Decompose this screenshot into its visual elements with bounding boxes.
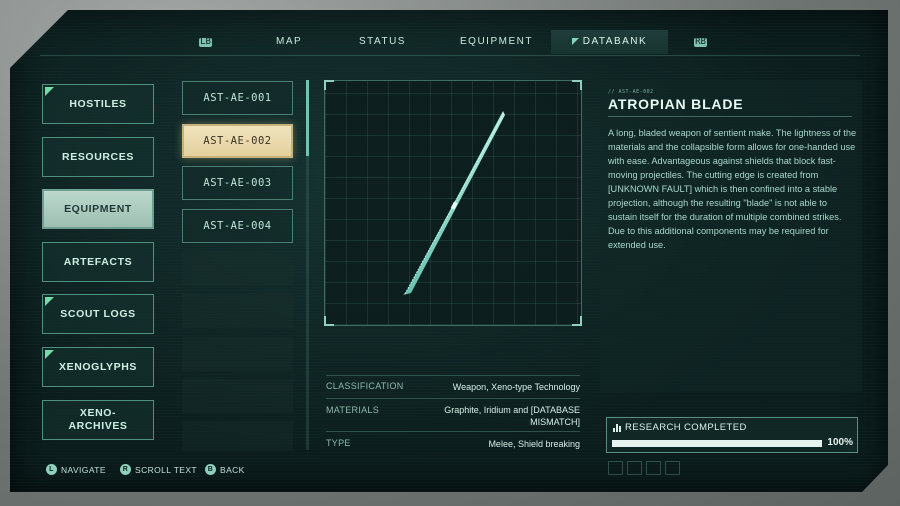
empty-entry-slot bbox=[182, 252, 293, 286]
stat-row-materials: MATERIALS Graphite, Iridium and [DATABAS… bbox=[326, 398, 580, 432]
category-label: HOSTILES bbox=[69, 97, 127, 110]
empty-entry-slot bbox=[182, 294, 293, 328]
category-scout-logs[interactable]: SCOUT LOGS bbox=[42, 294, 154, 334]
top-navigation: LB MAP STATUS EQUIPMENT DATABANK RB bbox=[178, 30, 728, 54]
entry-ast-ae-002[interactable]: AST-AE-002 bbox=[182, 124, 293, 158]
new-indicator-icon bbox=[45, 297, 54, 306]
empty-entry-slot bbox=[182, 421, 293, 451]
category-label: XENO- ARCHIVES bbox=[68, 407, 128, 432]
stat-row-classification: CLASSIFICATION Weapon, Xeno-type Technol… bbox=[326, 375, 580, 398]
scrollbar-thumb[interactable] bbox=[306, 80, 309, 156]
prompt-label: BACK bbox=[220, 464, 245, 475]
stat-label: TYPE bbox=[326, 438, 351, 448]
component-slot bbox=[627, 461, 642, 475]
category-label: SCOUT LOGS bbox=[60, 307, 136, 320]
new-indicator-icon bbox=[45, 350, 54, 359]
research-progress-bar bbox=[612, 440, 822, 447]
stat-value: Weapon, Xeno-type Technology bbox=[452, 382, 580, 392]
stat-value: Melee, Shield breaking bbox=[488, 439, 580, 449]
rb-button-icon[interactable]: RB bbox=[694, 38, 707, 47]
tab-equipment[interactable]: EQUIPMENT bbox=[460, 30, 533, 54]
flag-icon bbox=[571, 37, 579, 45]
component-slot bbox=[646, 461, 661, 475]
category-xeno-archives[interactable]: XENO- ARCHIVES bbox=[42, 400, 154, 440]
prompt-back[interactable]: B BACK bbox=[205, 464, 245, 475]
stat-label: CLASSIFICATION bbox=[326, 381, 404, 391]
component-slots bbox=[608, 461, 680, 475]
empty-entry-slot bbox=[182, 337, 293, 371]
category-label: RESOURCES bbox=[62, 150, 134, 163]
stat-label: MATERIALS bbox=[326, 405, 380, 415]
category-hostiles[interactable]: HOSTILES bbox=[42, 84, 154, 124]
left-stick-icon: L bbox=[46, 464, 57, 475]
entry-ast-ae-001[interactable]: AST-AE-001 bbox=[182, 81, 293, 115]
category-artefacts[interactable]: ARTEFACTS bbox=[42, 242, 154, 282]
stat-value: Graphite, Iridium and [DATABASE MISMATCH… bbox=[444, 405, 580, 427]
entry-ast-ae-004[interactable]: AST-AE-004 bbox=[182, 209, 293, 243]
entry-title: ATROPIAN BLADE bbox=[608, 96, 744, 112]
category-resources[interactable]: RESOURCES bbox=[42, 137, 154, 177]
research-percent: 100% bbox=[827, 437, 853, 448]
prompt-navigate[interactable]: L NAVIGATE bbox=[46, 464, 106, 475]
tab-map[interactable]: MAP bbox=[276, 30, 302, 54]
bar-chart-icon bbox=[613, 424, 621, 432]
lb-button-icon[interactable]: LB bbox=[199, 38, 212, 47]
category-label: ARTEFACTS bbox=[63, 255, 133, 268]
prompt-scroll-text[interactable]: R SCROLL TEXT bbox=[120, 464, 197, 475]
prompt-label: NAVIGATE bbox=[61, 464, 106, 475]
entry-code-tag: // AST-AE-002 bbox=[608, 89, 654, 95]
tab-status[interactable]: STATUS bbox=[359, 30, 406, 54]
category-label: XENOGLYPHS bbox=[59, 360, 137, 373]
tab-databank[interactable]: DATABANK bbox=[551, 30, 668, 54]
research-label: RESEARCH COMPLETED bbox=[625, 422, 747, 433]
component-slot bbox=[665, 461, 680, 475]
entry-ast-ae-003[interactable]: AST-AE-003 bbox=[182, 166, 293, 200]
empty-entry-slot bbox=[182, 379, 293, 413]
entry-description[interactable]: A long, bladed weapon of sentient make. … bbox=[608, 126, 858, 252]
title-divider bbox=[608, 116, 852, 117]
right-stick-icon: R bbox=[120, 464, 131, 475]
category-xenoglyphs[interactable]: XENOGLYPHS bbox=[42, 347, 154, 387]
b-button-icon: B bbox=[205, 464, 216, 475]
component-slot bbox=[608, 461, 623, 475]
blade-hologram bbox=[403, 111, 505, 295]
research-status: RESEARCH COMPLETED 100% bbox=[606, 417, 858, 453]
category-equipment[interactable]: EQUIPMENT bbox=[42, 189, 154, 229]
prompt-label: SCROLL TEXT bbox=[135, 464, 198, 475]
header-divider bbox=[40, 55, 860, 56]
category-label: EQUIPMENT bbox=[64, 202, 132, 215]
item-viewer[interactable] bbox=[324, 80, 582, 326]
stat-row-type: TYPE Melee, Shield breaking bbox=[326, 431, 580, 454]
tab-databank-label: DATABANK bbox=[582, 36, 648, 47]
research-progress-fill bbox=[612, 440, 822, 447]
new-indicator-icon bbox=[45, 87, 54, 96]
entries-scrollbar[interactable] bbox=[306, 80, 309, 450]
